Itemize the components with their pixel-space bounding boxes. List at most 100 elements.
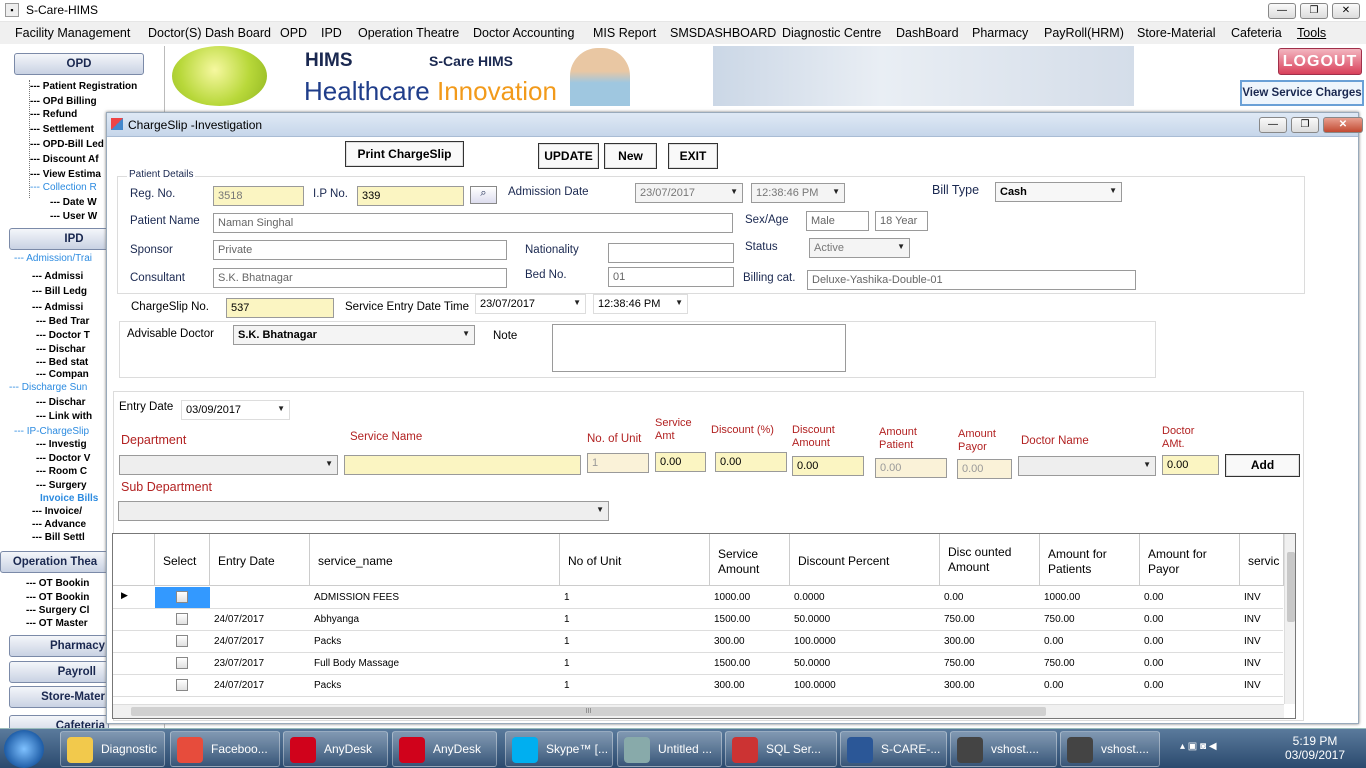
logout-button[interactable]: LOGOUT — [1278, 48, 1362, 75]
cell-disc_pct[interactable]: 100.0000 — [794, 636, 836, 647]
cell-payor[interactable]: 0.00 — [1144, 680, 1163, 691]
menu-ipd[interactable]: IPD — [321, 26, 342, 40]
close-button[interactable]: ✕ — [1332, 3, 1360, 19]
nationality-field[interactable] — [608, 243, 734, 263]
sidebar-item-refund[interactable]: --- Refund — [30, 109, 77, 120]
service-name-field[interactable] — [344, 455, 581, 475]
sidebar-item-surgery-cl[interactable]: --- Surgery Cl — [26, 605, 89, 616]
admission-time-picker[interactable]: 12:38:46 PM — [751, 183, 845, 203]
sidebar-opd-button[interactable]: OPD — [14, 53, 144, 75]
menu-facility-management[interactable]: Facility Management — [15, 26, 130, 40]
col-amount-payor[interactable]: Amount for Payor — [1140, 534, 1240, 586]
cell-pat[interactable]: 1000.00 — [1044, 592, 1080, 603]
sidebar-item-company[interactable]: --- Compan — [36, 369, 89, 380]
row-select-checkbox[interactable] — [176, 657, 188, 669]
col-select[interactable]: Select — [155, 534, 210, 586]
print-chargeslip-button[interactable]: Print ChargeSlip — [345, 141, 464, 167]
sidebar-item-invoice[interactable]: --- Invoice/ — [32, 506, 82, 517]
consultant-field[interactable]: S.K. Bhatnagar — [213, 268, 507, 288]
cell-svc[interactable]: INV — [1244, 636, 1261, 647]
grid-vertical-scrollbar[interactable] — [1284, 534, 1295, 704]
cell-unit[interactable]: 1 — [564, 614, 570, 625]
taskbar-item[interactable]: SQL Ser... — [725, 731, 837, 767]
sidebar-item-collection-report[interactable]: --- Collection R — [30, 182, 97, 193]
taskbar-item[interactable]: Faceboo... — [170, 731, 280, 767]
sidebar-item-room-charge[interactable]: --- Room C — [36, 466, 87, 477]
chargeslip-no-field[interactable]: 537 — [226, 298, 334, 318]
cell-payor[interactable]: 0.00 — [1144, 636, 1163, 647]
menu-payroll[interactable]: PayRoll(HRM) — [1044, 26, 1124, 40]
status-select[interactable]: Active — [809, 238, 910, 258]
billing-cat-field[interactable]: Deluxe-Yashika-Double-01 — [807, 270, 1136, 290]
sidebar-item-link-with[interactable]: --- Link with — [36, 411, 92, 422]
reg-no-field[interactable]: 3518 — [213, 186, 304, 206]
cell-date[interactable]: 24/07/2017 — [214, 636, 264, 647]
table-row[interactable]: 24/07/2017 Packs 1 300.00 100.0000 300.00 0.00… — [113, 675, 1283, 697]
sidebar-item-invoice-bills[interactable]: Invoice Bills — [40, 493, 98, 504]
discount-pct-field[interactable]: 0.00 — [715, 452, 787, 472]
sidebar-item-bed-transfer[interactable]: --- Bed Trar — [36, 316, 89, 327]
sidebar-store-button[interactable]: Store-Mater — [9, 686, 109, 708]
sidebar-pharmacy-button[interactable]: Pharmacy — [9, 635, 109, 657]
col-amount-patients[interactable]: Amount for Patients — [1040, 534, 1140, 586]
bed-no-field[interactable]: 01 — [608, 267, 734, 287]
grid-horizontal-scrollbar[interactable]: III — [113, 704, 1284, 718]
taskbar-item[interactable]: vshost.... — [950, 731, 1057, 767]
sidebar-item-doctor-visit[interactable]: --- Doctor V — [36, 453, 90, 464]
sidebar-item-discharge-summary[interactable]: --- Discharge Sun — [9, 382, 87, 393]
sex-field[interactable]: Male — [806, 211, 869, 231]
cell-unit[interactable]: 1 — [564, 592, 570, 603]
cell-amt[interactable]: 300.00 — [714, 636, 745, 647]
menu-cafeteria[interactable]: Cafeteria — [1231, 26, 1282, 40]
sidebar-item-user-wise[interactable]: --- User W — [50, 211, 97, 222]
cell-pat[interactable]: 0.00 — [1044, 680, 1063, 691]
sidebar-item-ip-chargeslip[interactable]: --- IP-ChargeSlip — [14, 426, 89, 437]
cell-svc[interactable]: INV — [1244, 658, 1261, 669]
sidebar-item-opd-billing[interactable]: --- OPd Billing — [30, 96, 97, 107]
amount-payor-field[interactable]: 0.00 — [957, 459, 1012, 479]
cell-payor[interactable]: 0.00 — [1144, 658, 1163, 669]
sponsor-field[interactable]: Private — [213, 240, 507, 260]
start-button[interactable] — [4, 730, 44, 768]
sidebar-item-bill-ledger[interactable]: --- Bill Ledg — [32, 286, 87, 297]
entry-date-picker[interactable]: 03/09/2017 — [181, 400, 290, 420]
update-button[interactable]: UPDATE — [538, 143, 599, 169]
sidebar-item-surgery[interactable]: --- Surgery — [36, 480, 87, 491]
menu-dashboard[interactable]: DashBoard — [896, 26, 959, 40]
grid-vscroll-thumb[interactable] — [1287, 552, 1295, 622]
sidebar-item-bill-settlement[interactable]: --- Bill Settl — [32, 532, 85, 543]
row-select-checkbox[interactable] — [176, 679, 188, 691]
cell-disc_amt[interactable]: 300.00 — [944, 680, 975, 691]
patient-name-field[interactable]: Naman Singhal — [213, 213, 733, 233]
exit-button[interactable]: EXIT — [668, 143, 718, 169]
ip-no-field[interactable]: 339 — [357, 186, 464, 206]
cell-unit[interactable]: 1 — [564, 680, 570, 691]
minimize-button[interactable]: — — [1268, 3, 1296, 19]
window-restore-button[interactable]: ❐ — [1291, 117, 1319, 133]
col-no-of-unit[interactable]: No of Unit — [560, 534, 710, 586]
cell-amt[interactable]: 300.00 — [714, 680, 745, 691]
service-entry-time-picker[interactable]: 12:38:46 PM — [593, 294, 688, 314]
cell-pat[interactable]: 0.00 — [1044, 636, 1063, 647]
cell-disc_amt[interactable]: 0.00 — [944, 592, 963, 603]
doctor-amt-field[interactable]: 0.00 — [1162, 455, 1219, 475]
sidebar-item-settlement[interactable]: --- Settlement — [30, 124, 94, 135]
cell-amt[interactable]: 1500.00 — [714, 658, 750, 669]
cell-svc[interactable]: INV — [1244, 592, 1261, 603]
view-service-charges-button[interactable]: View Service Charges — [1240, 80, 1364, 106]
menu-pharmacy[interactable]: Pharmacy — [972, 26, 1028, 40]
sidebar-item-discharge-2[interactable]: --- Dischar — [36, 397, 85, 408]
sidebar-item-doctor-transfer[interactable]: --- Doctor T — [36, 330, 90, 341]
cell-disc_pct[interactable]: 100.0000 — [794, 680, 836, 691]
cell-name[interactable]: Packs — [314, 636, 341, 647]
sidebar-item-date-wise[interactable]: --- Date W — [50, 197, 97, 208]
sidebar-item-bed-status[interactable]: --- Bed stat — [36, 357, 88, 368]
cell-unit[interactable]: 1 — [564, 658, 570, 669]
bill-type-select[interactable]: Cash — [995, 182, 1122, 202]
menu-smsdashboard[interactable]: SMSDASHBOARD — [670, 26, 776, 40]
table-row[interactable]: ▶ ADMISSION FEES 1 1000.00 0.0000 0.00 1000.00… — [113, 587, 1283, 609]
binoculars-search-icon[interactable]: ⌕ — [470, 186, 497, 204]
amount-patient-field[interactable]: 0.00 — [875, 458, 947, 478]
service-amt-field[interactable]: 0.00 — [655, 452, 706, 472]
cell-date[interactable]: 23/07/2017 — [214, 658, 264, 669]
